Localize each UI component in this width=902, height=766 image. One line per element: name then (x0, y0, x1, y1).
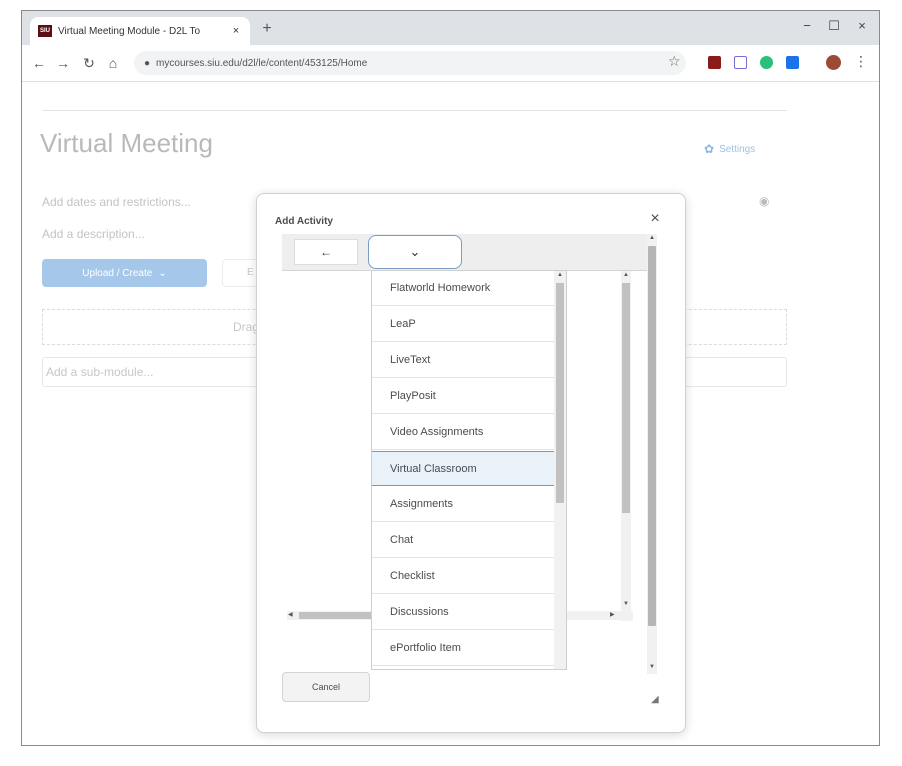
scroll-down-icon[interactable]: ▼ (623, 601, 629, 607)
dropdown-item-discussions[interactable]: Discussions (372, 595, 554, 630)
lock-icon: ● (144, 57, 151, 69)
home-icon[interactable]: ⌂ (104, 54, 122, 72)
page-title: Virtual Meeting (40, 128, 213, 158)
siu-favicon-icon: SIU (38, 25, 52, 37)
reload-icon[interactable]: ↻ (80, 54, 98, 72)
browser-tab[interactable]: SIU Virtual Meeting Module - D2L To × (30, 17, 250, 45)
activity-dropdown-list: Flatworld Homework LeaP LiveText PlayPos… (371, 270, 567, 670)
minimize-icon[interactable]: − (795, 18, 819, 33)
activity-frame-toolbar: ← ⌄ (282, 234, 655, 271)
dropdown-item-virtual-classroom[interactable]: Virtual Classroom (372, 451, 554, 486)
dropdown-item-eportfolio-item[interactable]: ePortfolio Item (372, 631, 554, 666)
dropdown-item-leap[interactable]: LeaP (372, 307, 554, 342)
tab-strip: SIU Virtual Meeting Module - D2L To × + … (22, 11, 879, 45)
dialog-title: Add Activity (275, 216, 333, 227)
maximize-icon[interactable]: ☐ (822, 18, 846, 34)
extension-icon-2[interactable] (734, 56, 747, 69)
inner-vertical-scrollbar[interactable]: ▲ ▼ (621, 271, 631, 621)
upload-create-button[interactable]: Upload / Create ⌄ (42, 259, 207, 287)
add-activity-dialog: Add Activity × ← ⌄ ▲ ▼ ▲ ▼ ◀ ▶ Flatworld… (256, 193, 686, 733)
dropdown-scrollbar[interactable]: ▲ (554, 271, 566, 669)
dropdown-item-assignments[interactable]: Assignments (372, 487, 554, 522)
dropdown-item-video-assignments[interactable]: Video Assignments (372, 415, 554, 450)
extension-icon-1[interactable] (708, 56, 721, 69)
dates-restrictions-link[interactable]: Add dates and restrictions... (42, 195, 191, 209)
activity-type-dropdown[interactable]: ⌄ (368, 235, 462, 269)
divider (42, 110, 787, 111)
inner-horizontal-thumb[interactable] (299, 612, 374, 619)
upload-create-label: Upload / Create (82, 267, 153, 279)
scroll-up-icon[interactable]: ▲ (649, 235, 655, 241)
resize-grip-icon[interactable]: ◢ (651, 694, 659, 705)
browser-toolbar: ← → ↻ ⌂ ● mycourses.siu.edu/d2l/le/conte… (22, 45, 879, 82)
bookmark-star-icon[interactable]: ☆ (668, 53, 681, 70)
tab-title: Virtual Meeting Module - D2L To (58, 25, 201, 37)
extension-icon-4[interactable] (786, 56, 799, 69)
frame-scrollbar[interactable]: ▲ ▼ (647, 234, 657, 674)
back-button[interactable]: ← (294, 239, 358, 265)
gear-icon: ✿ (704, 142, 715, 156)
dropdown-item-checklist[interactable]: Checklist (372, 559, 554, 594)
address-bar[interactable]: ● mycourses.siu.edu/d2l/le/content/45312… (134, 51, 686, 75)
dropdown-scrollbar-thumb[interactable] (556, 283, 564, 503)
back-arrow-icon[interactable]: ← (30, 54, 48, 72)
scroll-up-icon[interactable]: ▲ (623, 272, 629, 278)
dropdown-item-flatworld-homework[interactable]: Flatworld Homework (372, 271, 554, 306)
scroll-right-icon[interactable]: ▶ (610, 611, 615, 618)
tab-close-icon[interactable]: × (230, 25, 242, 37)
menu-kebab-icon[interactable]: ⋮ (854, 53, 868, 70)
visibility-eye-icon[interactable]: ◉ (759, 194, 769, 208)
new-tab-icon[interactable]: + (258, 20, 276, 38)
frame-scrollbar-thumb[interactable] (648, 246, 656, 626)
scroll-up-icon[interactable]: ▲ (557, 272, 563, 278)
chevron-down-icon: ⌄ (158, 267, 167, 279)
scroll-down-icon[interactable]: ▼ (649, 664, 655, 670)
page-content: Virtual Meeting ✿ Settings Add dates and… (22, 82, 879, 745)
close-icon[interactable]: × (645, 210, 665, 228)
url-text: mycourses.siu.edu/d2l/le/content/453125/… (156, 57, 368, 69)
settings-label: Settings (719, 143, 756, 155)
window-close-icon[interactable]: × (850, 18, 874, 33)
cancel-button[interactable]: Cancel (282, 672, 370, 702)
extension-icon-3[interactable] (760, 56, 773, 69)
forward-arrow-icon[interactable]: → (54, 54, 72, 72)
description-link[interactable]: Add a description... (42, 227, 145, 241)
scroll-left-icon[interactable]: ◀ (288, 611, 293, 618)
browser-window: SIU Virtual Meeting Module - D2L To × + … (21, 10, 880, 746)
dropdown-item-livetext[interactable]: LiveText (372, 343, 554, 378)
chevron-down-icon: ⌄ (409, 244, 421, 259)
dropdown-item-chat[interactable]: Chat (372, 523, 554, 558)
settings-link[interactable]: ✿ Settings (704, 142, 755, 156)
inner-vertical-thumb[interactable] (622, 283, 630, 513)
profile-avatar[interactable] (826, 55, 841, 70)
dropdown-item-playposit[interactable]: PlayPosit (372, 379, 554, 414)
